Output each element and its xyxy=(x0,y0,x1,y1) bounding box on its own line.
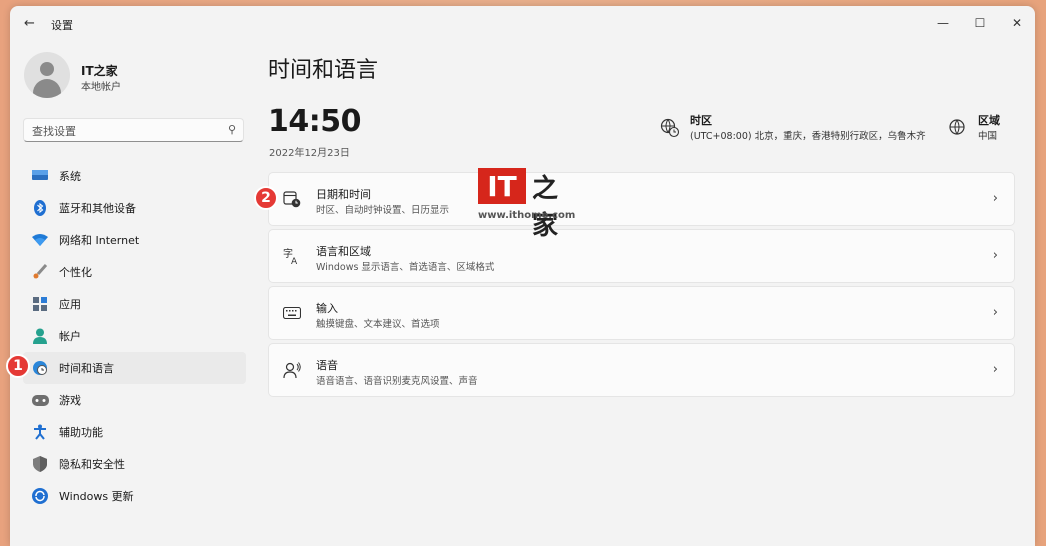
sidebar-item-accessibility[interactable]: 辅助功能 xyxy=(23,416,246,448)
card-title: 语言和区域 xyxy=(316,245,371,258)
update-icon xyxy=(31,487,49,505)
annotation-badge-1: 1 xyxy=(6,354,30,378)
sidebar-item-windows-update[interactable]: Windows 更新 xyxy=(23,480,246,512)
sidebar-item-label: 时间和语言 xyxy=(59,362,114,375)
timezone-globe-icon xyxy=(660,118,680,138)
chevron-right-icon: › xyxy=(992,248,998,263)
avatar[interactable] xyxy=(24,52,70,98)
page-title: 时间和语言 xyxy=(268,58,379,83)
card-speech[interactable]: 语音 语音语言、语音识别麦克风设置、声音 › xyxy=(268,343,1015,397)
watermark-logo-cn: 之家 xyxy=(532,174,559,241)
current-date: 2022年12月23日 xyxy=(269,148,350,159)
settings-cards: 日期和时间 时区、自动时钟设置、日历显示 › 字A 语言和区域 Windows … xyxy=(268,172,1015,400)
sidebar-item-personalization[interactable]: 个性化 xyxy=(23,256,246,288)
sidebar-item-system[interactable]: 系统 xyxy=(23,160,246,192)
sidebar-item-time-language[interactable]: 时间和语言 xyxy=(23,352,246,384)
watermark-url: www.ithome.com xyxy=(478,210,576,221)
sidebar-item-label: 应用 xyxy=(59,298,81,311)
sidebar-item-label: 帐户 xyxy=(59,330,81,343)
profile-name: IT之家 xyxy=(81,64,118,78)
accessibility-icon xyxy=(31,423,49,441)
person-icon xyxy=(31,327,49,345)
back-arrow-icon[interactable]: ← xyxy=(24,16,35,31)
calendar-clock-icon xyxy=(283,190,301,208)
maximize-button[interactable]: ☐ xyxy=(965,12,995,34)
sidebar-item-label: 蓝牙和其他设备 xyxy=(59,202,136,215)
avatar-head xyxy=(40,62,54,76)
sidebar-item-privacy[interactable]: 隐私和安全性 xyxy=(23,448,246,480)
timezone-title: 时区 xyxy=(690,114,712,127)
search-box[interactable]: ⚲ xyxy=(23,118,244,143)
bluetooth-icon xyxy=(31,199,49,217)
search-icon[interactable]: ⚲ xyxy=(228,123,236,136)
sidebar-nav: 系统 蓝牙和其他设备 网络和 Internet 个性化 应用 帐户 时间和语言 … xyxy=(23,160,246,512)
card-title: 语音 xyxy=(316,359,338,372)
minimize-button[interactable]: — xyxy=(928,12,958,34)
card-input[interactable]: 输入 触摸键盘、文本建议、首选项 › xyxy=(268,286,1015,340)
app-title: 设置 xyxy=(51,19,73,32)
timezone-value: (UTC+08:00) 北京，重庆，香港特别行政区，乌鲁木齐 xyxy=(690,131,926,142)
sidebar-item-label: 网络和 Internet xyxy=(59,234,140,247)
avatar-body xyxy=(33,79,61,98)
card-language-region[interactable]: 字A 语言和区域 Windows 显示语言、首选语言、区域格式 › xyxy=(268,229,1015,283)
card-subtitle: Windows 显示语言、首选语言、区域格式 xyxy=(316,262,495,273)
ithome-watermark: IT 之家 www.ithome.com xyxy=(478,168,578,241)
profile-account-type: 本地帐户 xyxy=(81,82,121,93)
sidebar-item-label: 游戏 xyxy=(59,394,81,407)
sidebar-item-label: 个性化 xyxy=(59,266,92,279)
speech-icon xyxy=(283,361,301,379)
close-button[interactable]: ✕ xyxy=(1002,12,1032,34)
chevron-right-icon: › xyxy=(992,362,998,377)
globe-icon xyxy=(948,118,968,138)
keyboard-icon xyxy=(283,304,301,322)
sidebar-item-gaming[interactable]: 游戏 xyxy=(23,384,246,416)
search-input[interactable] xyxy=(24,119,224,143)
paintbrush-icon xyxy=(31,263,49,281)
title-bar: ← 设置 — ☐ ✕ xyxy=(10,6,1035,40)
card-date-time[interactable]: 日期和时间 时区、自动时钟设置、日历显示 › xyxy=(268,172,1015,226)
globe-clock-icon xyxy=(31,359,49,377)
svg-text:A: A xyxy=(291,257,298,265)
gamepad-icon xyxy=(31,391,49,409)
card-subtitle: 触摸键盘、文本建议、首选项 xyxy=(316,319,440,330)
wifi-icon xyxy=(31,231,49,249)
sidebar-item-label: 系统 xyxy=(59,170,81,183)
region-value: 中国 xyxy=(978,131,998,142)
sidebar-item-bluetooth[interactable]: 蓝牙和其他设备 xyxy=(23,192,246,224)
watermark-logo: IT xyxy=(478,168,526,204)
current-time: 14:50 xyxy=(268,104,362,139)
card-title: 输入 xyxy=(316,302,338,315)
language-icon: 字A xyxy=(283,247,301,265)
card-title: 日期和时间 xyxy=(316,188,371,201)
settings-window: ← 设置 — ☐ ✕ IT之家 本地帐户 ⚲ 系统 蓝牙和其他设备 xyxy=(10,6,1035,546)
region-title: 区域 xyxy=(978,114,1000,127)
sidebar-item-network[interactable]: 网络和 Internet xyxy=(23,224,246,256)
sidebar-item-label: 隐私和安全性 xyxy=(59,458,125,471)
sidebar-item-label: Windows 更新 xyxy=(59,490,134,503)
chevron-right-icon: › xyxy=(992,191,998,206)
card-subtitle: 语音语言、语音识别麦克风设置、声音 xyxy=(316,376,478,387)
card-subtitle: 时区、自动时钟设置、日历显示 xyxy=(316,205,450,216)
shield-icon xyxy=(31,455,49,473)
apps-icon xyxy=(31,295,49,313)
sidebar-item-apps[interactable]: 应用 xyxy=(23,288,246,320)
sidebar-item-label: 辅助功能 xyxy=(59,426,103,439)
annotation-badge-2: 2 xyxy=(254,186,278,210)
sidebar-item-accounts[interactable]: 帐户 xyxy=(23,320,246,352)
chevron-right-icon: › xyxy=(992,305,998,320)
monitor-icon xyxy=(31,167,49,185)
